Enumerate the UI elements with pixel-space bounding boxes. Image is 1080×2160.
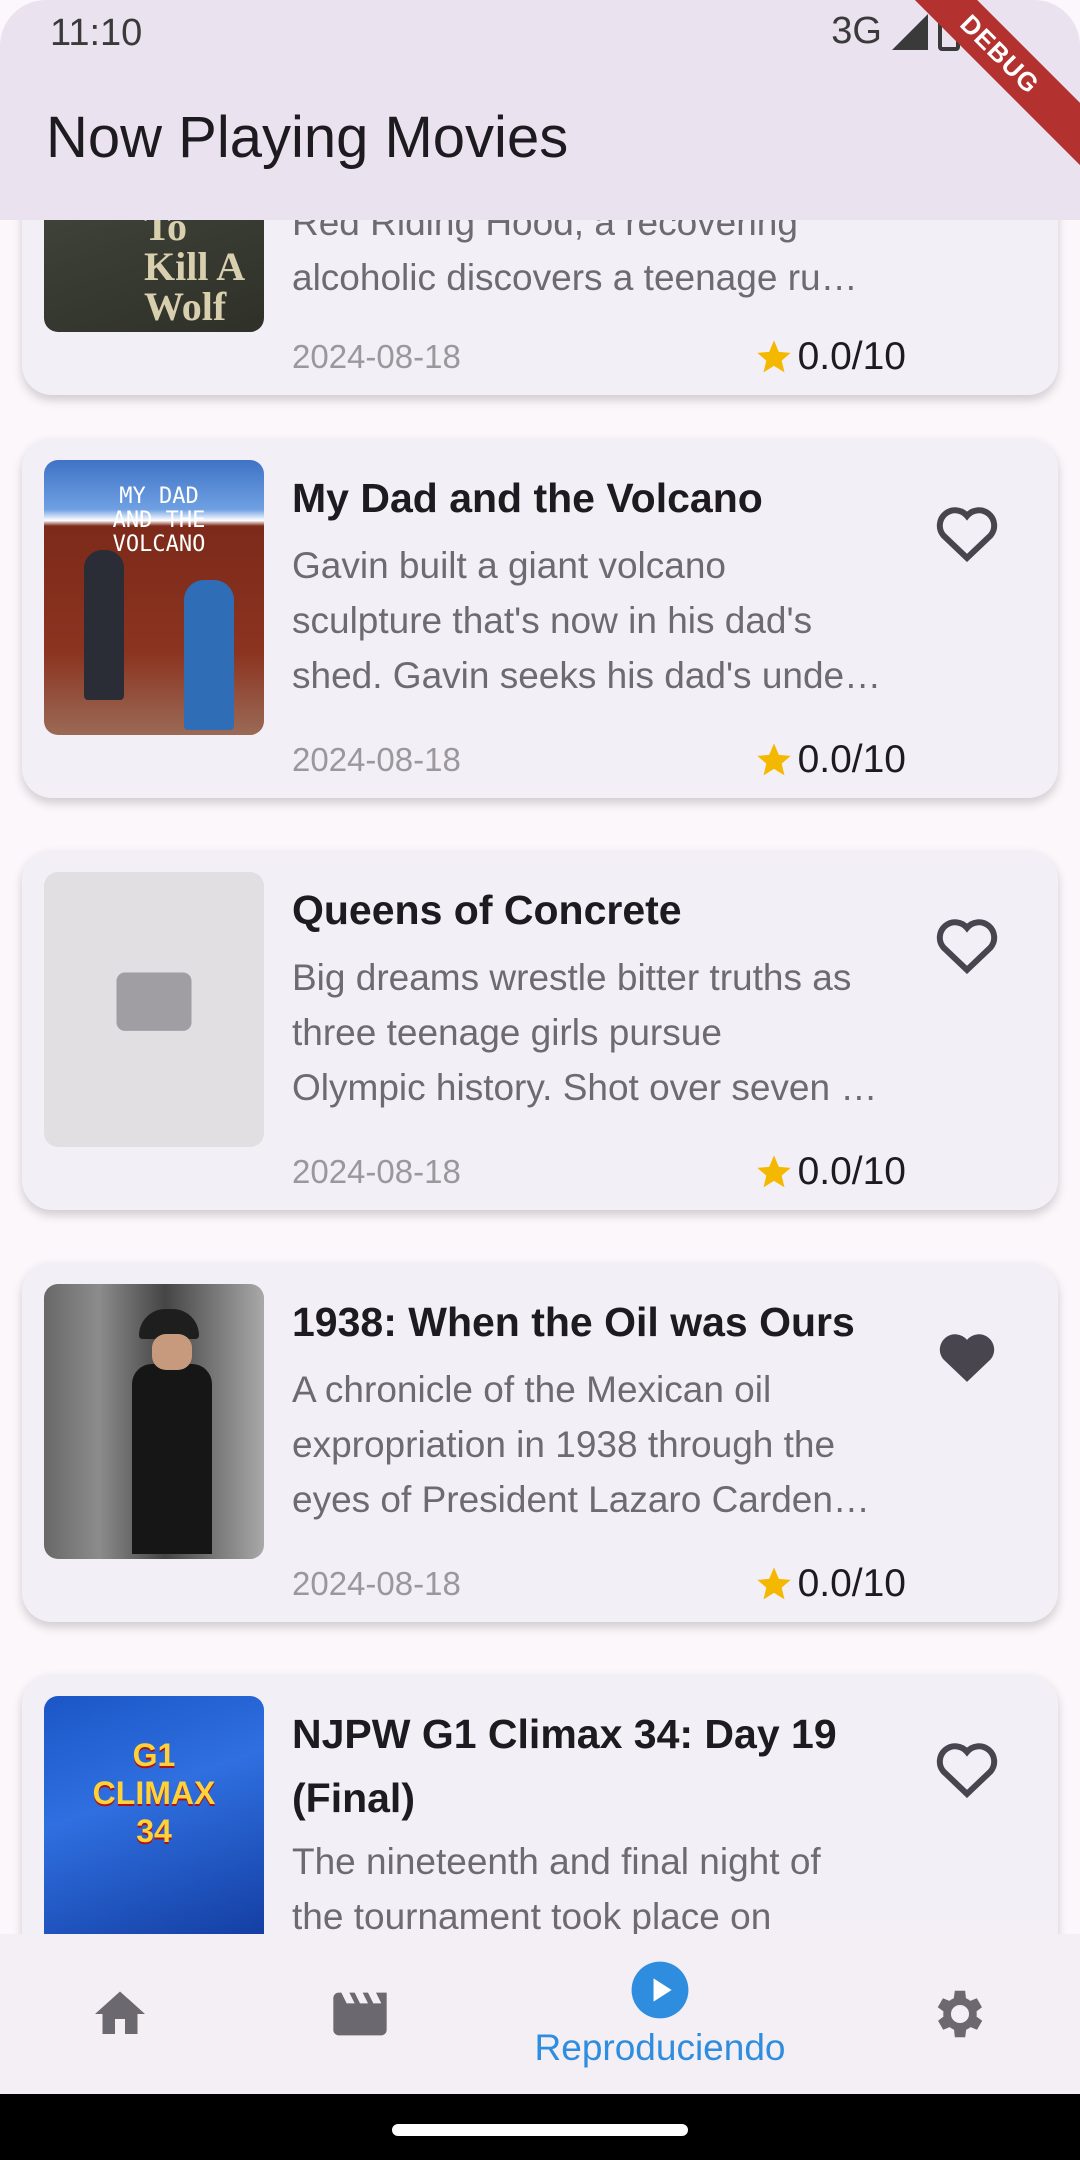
star-icon	[756, 340, 791, 373]
movie-card[interactable]: G1 CLIMAX 34 NJPW G1 Climax 34: Day 19 (…	[22, 1674, 1058, 1934]
app-bar: 11:10 3G Now Playing Movies	[0, 0, 1080, 220]
description-line: shed. Gavin seeks his dad's unde…	[292, 655, 882, 696]
movie-title: 1938: When the Oil was Ours	[292, 1299, 855, 1345]
nav-item-settings[interactable]	[920, 1934, 1000, 2094]
movie-description: Big dreams wrestle bitter truths as thre…	[292, 950, 912, 1115]
home-icon	[95, 1991, 145, 2034]
nav-label-now-playing: Reproduciendo	[534, 2027, 786, 2068]
poster-text: To Kill A Wolf	[144, 204, 243, 329]
description-line: three teenage girls pursue	[292, 1012, 722, 1053]
star-icon	[756, 1567, 791, 1600]
nav-item-movies[interactable]	[320, 1934, 400, 2094]
nav-item-home[interactable]	[80, 1934, 160, 2094]
play-circle-icon	[631, 1961, 689, 2019]
description-line: Olympic history. Shot over seven …	[292, 1067, 878, 1108]
rating: 0.0/10	[754, 1150, 906, 1194]
page-title: Now Playing Movies	[46, 105, 569, 170]
rating: 0.0/10	[754, 335, 906, 379]
rating: 0.0/10	[754, 738, 906, 782]
favorite-outline-heart-icon[interactable]	[934, 502, 1000, 562]
description-line: sculpture that's now in his dad's	[292, 600, 813, 641]
poster-text: G1 CLIMAX 34	[92, 1737, 216, 1849]
favorite-outline-heart-icon[interactable]	[934, 1738, 1000, 1798]
rating-value: 0.0/10	[797, 1562, 906, 1605]
star-icon	[756, 1155, 791, 1188]
movie-list[interactable]: To Kill A Wolf Red Riding Hood, a recove…	[0, 0, 1080, 1934]
clapperboard-icon	[333, 1992, 387, 2036]
bottom-navigation: Reproduciendo	[0, 1934, 1080, 2094]
signal-icon	[892, 13, 928, 50]
broken-image-icon	[116, 972, 192, 1031]
screen: To Kill A Wolf Red Riding Hood, a recove…	[0, 0, 1080, 2160]
description-line: Gavin built a giant volcano	[292, 545, 726, 586]
title-line: (Final)	[292, 1775, 415, 1821]
description-line: alcoholic discovers a teenage ru…	[292, 257, 858, 298]
description-line: Big dreams wrestle bitter truths as	[292, 957, 852, 998]
movie-title: My Dad and the Volcano	[292, 475, 763, 521]
description-line: A chronicle of the Mexican oil	[292, 1369, 772, 1410]
release-date: 2024-08-18	[292, 338, 461, 375]
rating-value: 0.0/10	[797, 738, 906, 781]
description-line: expropriation in 1938 through the	[292, 1424, 836, 1465]
movie-description: Gavin built a giant volcano sculpture th…	[292, 538, 912, 703]
rating-value: 0.0/10	[797, 1150, 906, 1193]
movie-description: The nineteenth and final night of the to…	[292, 1834, 912, 1934]
nav-item-now-playing[interactable]: Reproduciendo	[500, 1934, 820, 2094]
title-line: NJPW G1 Climax 34: Day 19	[292, 1711, 837, 1757]
rating: 0.0/10	[754, 1562, 906, 1606]
description-line: eyes of President Lazaro Carden…	[292, 1479, 870, 1520]
movie-description: A chronicle of the Mexican oil expropria…	[292, 1362, 912, 1527]
rating-value: 0.0/10	[797, 335, 906, 378]
release-date: 2024-08-18	[292, 1153, 461, 1190]
status-time: 11:10	[50, 12, 143, 54]
home-gesture-pill[interactable]	[392, 2124, 688, 2136]
favorite-filled-heart-icon[interactable]	[934, 1326, 1000, 1386]
movie-card[interactable]: 1938: When the Oil was Ours A chronicle …	[22, 1262, 1058, 1622]
movie-poster	[44, 1284, 264, 1559]
movie-poster: G1 CLIMAX 34	[44, 1696, 264, 1934]
star-icon	[756, 743, 791, 776]
movie-card[interactable]: MY DAD AND THE VOLCANO My Dad and the Vo…	[22, 438, 1058, 798]
movie-title: NJPW G1 Climax 34: Day 19 (Final)	[292, 1702, 892, 1830]
gear-icon	[937, 1990, 983, 2038]
description-line: The nineteenth and final night of	[292, 1841, 821, 1882]
movie-title: Queens of Concrete	[292, 887, 682, 933]
poster-text: MY DAD AND THE VOLCANO	[112, 484, 206, 557]
movie-poster-placeholder	[44, 872, 264, 1147]
movie-poster: MY DAD AND THE VOLCANO	[44, 460, 264, 735]
release-date: 2024-08-18	[292, 741, 461, 778]
release-date: 2024-08-18	[292, 1565, 461, 1602]
movie-card[interactable]: Queens of Concrete Big dreams wrestle bi…	[22, 850, 1058, 1210]
favorite-outline-heart-icon[interactable]	[934, 914, 1000, 974]
description-line: the tournament took place on	[292, 1896, 772, 1934]
network-type: 3G	[831, 10, 882, 52]
